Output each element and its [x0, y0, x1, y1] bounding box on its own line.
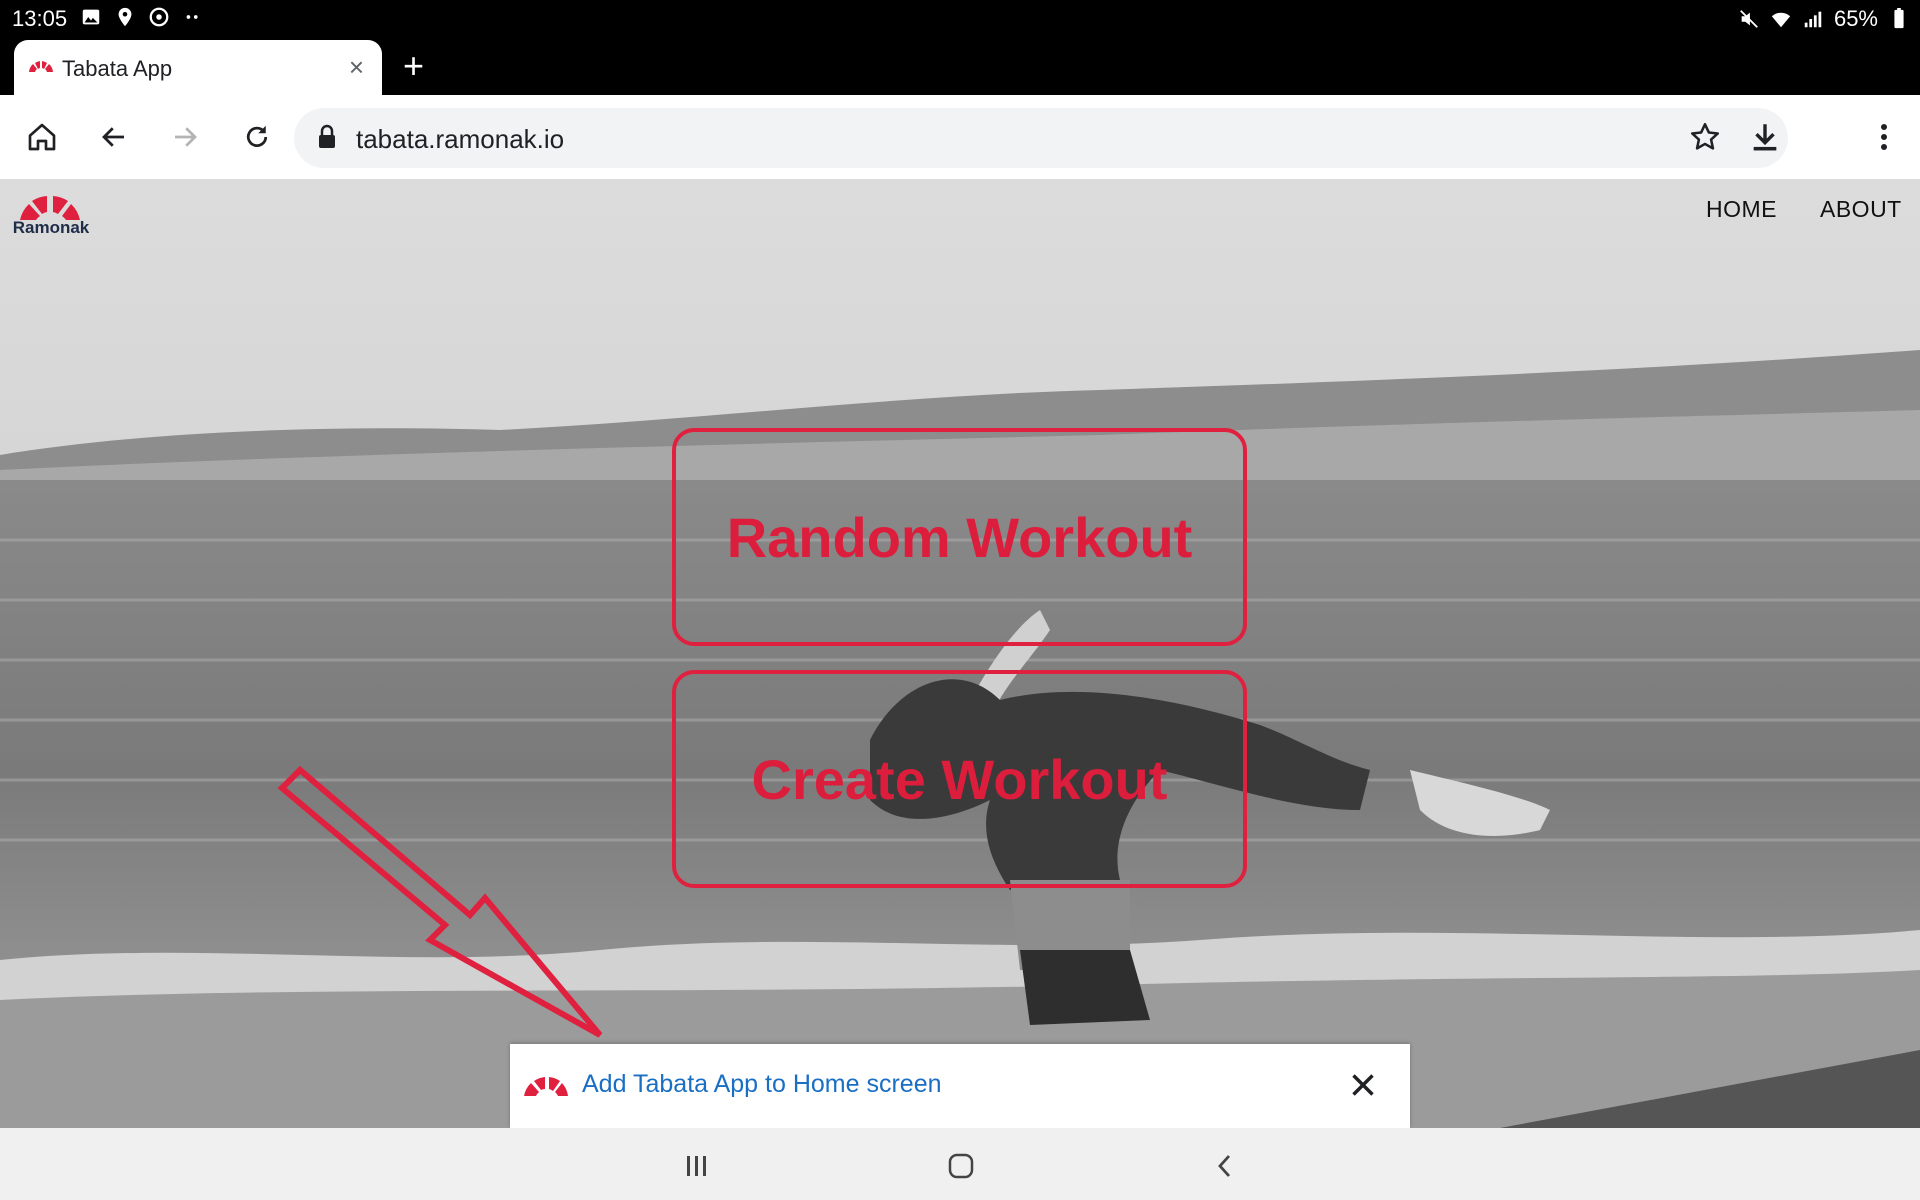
wifi-icon — [1771, 12, 1791, 28]
image-icon — [82, 9, 100, 25]
status-right-icons: 65% — [1738, 6, 1910, 32]
menu-button[interactable] — [1862, 115, 1906, 159]
battery-icon — [1894, 8, 1904, 29]
logo-text: Ramonak — [12, 218, 90, 237]
system-navbar — [0, 1128, 1920, 1200]
chevron-left-icon — [1218, 1155, 1231, 1177]
random-workout-button[interactable]: Random Workout — [672, 428, 1247, 646]
more-dots-icon — [186, 15, 198, 19]
home-square-icon — [948, 1153, 974, 1179]
add-to-home-text[interactable]: Add Tabata App to Home screen — [582, 1070, 942, 1099]
ramonak-logo-icon — [20, 196, 80, 220]
signal-icon — [1804, 11, 1822, 28]
status-left-icons — [80, 6, 204, 28]
mute-icon — [1740, 10, 1758, 28]
battery-percent: 65% — [1833, 6, 1878, 31]
sync-icon — [149, 7, 169, 27]
back-button[interactable] — [92, 115, 136, 159]
status-time: 13:05 — [12, 6, 68, 31]
star-bookmark-icon[interactable] — [1688, 120, 1722, 154]
site-navbar: Ramonak HOME ABOUT — [0, 180, 1920, 250]
home-button[interactable] — [20, 115, 64, 159]
browser-toolbar: tabata.ramonak.io — [0, 95, 1920, 180]
more-vert-icon — [1881, 124, 1887, 150]
address-bar[interactable]: tabata.ramonak.io — [294, 108, 1788, 168]
tab-close-button[interactable]: × — [349, 54, 364, 80]
nav-about-link[interactable]: ABOUT — [1820, 196, 1902, 223]
web-content: Ramonak HOME ABOUT Random Workout Create… — [0, 180, 1920, 1128]
reload-icon — [246, 125, 268, 147]
system-back-button[interactable] — [1205, 1146, 1245, 1186]
recents-icon — [687, 1156, 706, 1176]
add-to-home-banner[interactable]: Add Tabata App to Home screen — [510, 1044, 1410, 1128]
status-bar: 13:05 65% — [0, 0, 1920, 38]
url-text: tabata.ramonak.io — [356, 124, 565, 154]
tab-strip: Tabata App × + — [0, 38, 1920, 95]
forward-button[interactable] — [163, 115, 207, 159]
recents-button[interactable] — [677, 1146, 717, 1186]
beach-background-photo — [0, 180, 1920, 1128]
tab-title: Tabata App — [62, 56, 173, 81]
location-icon — [118, 7, 132, 27]
ramonak-app-icon — [524, 1077, 568, 1096]
browser-tab[interactable]: Tabata App × — [14, 40, 382, 95]
lock-icon — [319, 124, 335, 148]
download-icon[interactable] — [1748, 120, 1782, 154]
create-workout-button[interactable]: Create Workout — [672, 670, 1247, 888]
system-home-button[interactable] — [941, 1146, 981, 1186]
arrow-right-icon — [175, 127, 197, 147]
ramonak-favicon-icon — [29, 61, 53, 72]
home-icon — [28, 123, 56, 151]
nav-home-link[interactable]: HOME — [1706, 196, 1777, 223]
new-tab-button[interactable]: + — [403, 48, 424, 84]
close-icon[interactable] — [1344, 1066, 1382, 1104]
ramonak-logo[interactable]: Ramonak — [6, 188, 96, 238]
reload-button[interactable] — [235, 115, 279, 159]
arrow-left-icon — [102, 127, 124, 147]
